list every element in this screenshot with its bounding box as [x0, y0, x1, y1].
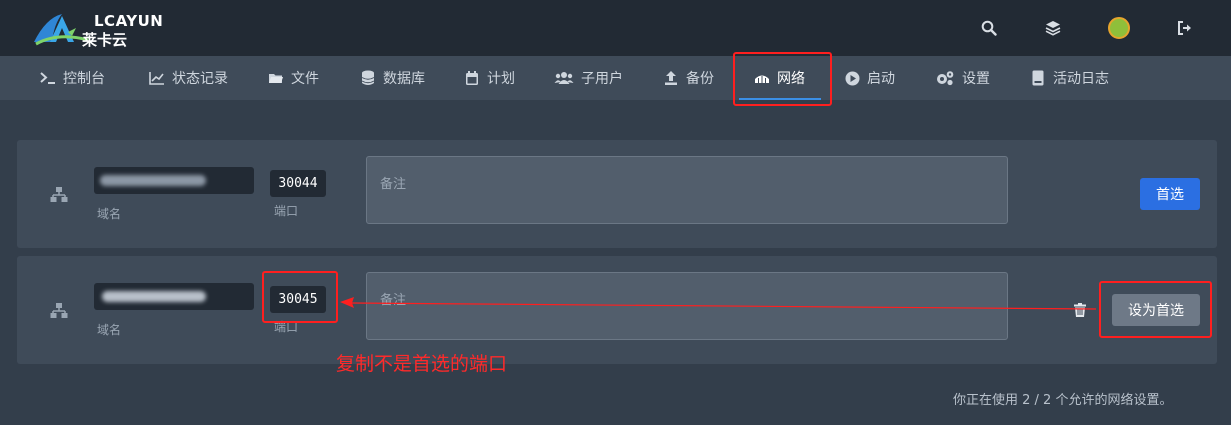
- tab-subusers[interactable]: 子用户: [554, 56, 623, 100]
- port-label: 端口: [274, 204, 299, 218]
- tab-label: 文件: [291, 71, 319, 87]
- allocation-usage-text: 你正在使用 2 / 2 个允许的网络设置。: [953, 393, 1173, 408]
- tab-label: 启动: [867, 71, 895, 87]
- domain-value-redacted: [94, 167, 254, 194]
- log-icon: [1030, 70, 1046, 86]
- tab-databases[interactable]: 数据库: [360, 56, 425, 100]
- users-icon: [554, 70, 574, 86]
- notes-placeholder: 备注: [380, 177, 407, 192]
- terminal-icon: [40, 70, 56, 86]
- tab-label: 活动日志: [1053, 71, 1109, 87]
- tab-files[interactable]: 文件: [268, 56, 319, 100]
- avatar[interactable]: [1108, 17, 1130, 39]
- chart-icon: [149, 70, 165, 86]
- tab-label: 子用户: [581, 71, 623, 87]
- annotation-box-network-tab: [733, 52, 832, 106]
- domain-label: 域名: [97, 323, 122, 337]
- domain-value-redacted: [94, 283, 254, 310]
- notes-input[interactable]: 备注: [366, 156, 1008, 224]
- brand-name: LCAYUN: [94, 12, 164, 30]
- cogs-icon: [935, 70, 955, 86]
- port-value[interactable]: 30044: [270, 170, 326, 197]
- allocation-row: 域名 30044 端口 备注 首选: [17, 140, 1217, 248]
- tab-label: 控制台: [63, 71, 105, 87]
- brand-subname: 莱卡云: [82, 31, 128, 49]
- calendar-icon: [464, 70, 480, 86]
- layers-icon[interactable]: [1043, 18, 1063, 38]
- logout-icon[interactable]: [1175, 18, 1195, 38]
- network-wired-icon: [50, 303, 68, 318]
- primary-button[interactable]: 首选: [1140, 178, 1200, 210]
- tab-settings[interactable]: 设置: [935, 56, 990, 100]
- top-header: LCAYUN 莱卡云: [0, 0, 1231, 56]
- tab-activity[interactable]: 活动日志: [1030, 56, 1109, 100]
- tab-label: 数据库: [383, 71, 425, 87]
- play-icon: [844, 70, 860, 86]
- database-icon: [360, 70, 376, 86]
- folder-icon: [268, 70, 284, 86]
- annotation-box-port: [262, 271, 338, 323]
- tab-label: 计划: [487, 71, 515, 87]
- network-wired-icon: [50, 187, 68, 202]
- annotation-text: 复制不是首选的端口: [336, 353, 508, 375]
- annotation-arrow: [340, 297, 1097, 310]
- tab-label: 设置: [962, 71, 990, 87]
- tab-schedules[interactable]: 计划: [464, 56, 515, 100]
- brand-logo[interactable]: LCAYUN 莱卡云: [32, 8, 172, 49]
- tab-backups[interactable]: 备份: [663, 56, 714, 100]
- tab-console[interactable]: 控制台: [40, 56, 105, 100]
- tab-stats[interactable]: 状态记录: [149, 56, 228, 100]
- tab-label: 状态记录: [172, 71, 228, 87]
- annotation-box-button: [1099, 281, 1212, 338]
- upload-icon: [663, 70, 679, 86]
- server-nav: 控制台 状态记录 文件 数据库 计划 子用户 备份 网络 启动 设置 活动日志: [0, 56, 1231, 100]
- domain-label: 域名: [97, 207, 122, 221]
- search-icon[interactable]: [979, 18, 999, 38]
- tab-label: 备份: [686, 71, 714, 87]
- tab-startup[interactable]: 启动: [844, 56, 895, 100]
